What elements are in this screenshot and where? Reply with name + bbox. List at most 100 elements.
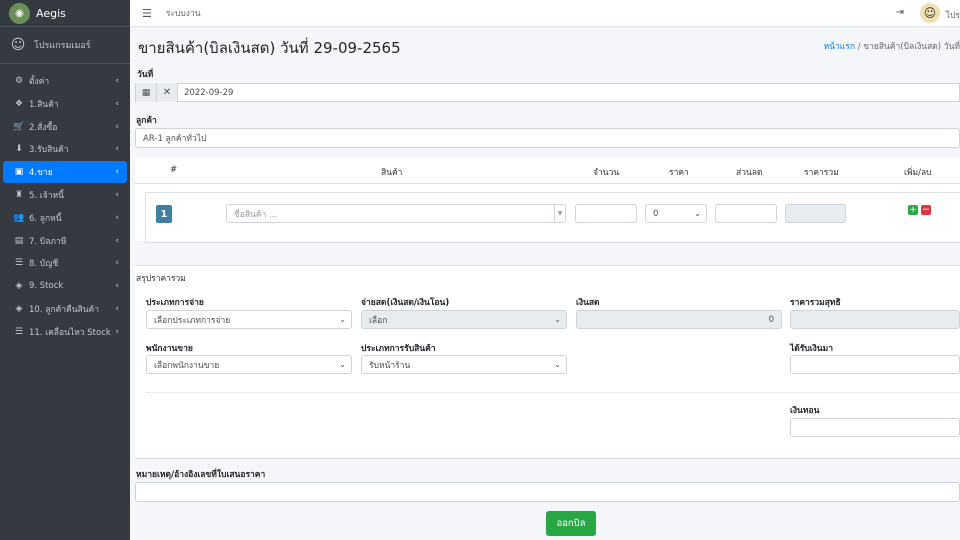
brand[interactable]: ◉ Aegis [0,0,130,27]
col-header-number: # [170,165,178,175]
sidebar: ◉ Aegis ☺ โปรแกรมเมอร์ ⚙ ตั้งค่า ‹ ❖ 1.สินค… [0,0,130,540]
pay-method-select[interactable]: เลือก ⌄ [361,310,567,329]
chevron-left-icon: ‹ [115,98,119,109]
brand-logo-icon: ◉ [9,2,30,24]
col-header-price: ราคา [669,168,689,178]
cash-label: เงินสด [576,298,600,308]
calendar-icon[interactable]: ▦ [136,83,157,102]
sidebar-item-creditors[interactable]: ♜ 5. เจ้าหนี้ ‹ [3,184,127,206]
col-header-discount: ส่วนลด [736,168,763,178]
change-label: เงินทอน [790,406,820,416]
topbar: ☰ ระบบงาน ⇥ ☺ โปร [130,0,960,27]
list-icon: ☰ [14,326,24,337]
chevron-left-icon: ‹ [115,303,119,314]
summary-title: สรุปราคารวม [136,274,186,284]
payment-type-select[interactable]: เลือกประเภทการจ่าย ⌄ [146,310,352,329]
list-icon: ☰ [14,258,24,269]
caret-down-icon[interactable]: ▼ [554,205,565,222]
chevron-left-icon: ‹ [115,167,119,178]
date-input-group: ▦ ✕ 2022-09-29 [135,83,960,102]
sidebar-item-label: 1.สินค้า [29,99,59,110]
brand-name: Aegis [36,6,66,20]
product-placeholder: ชื่อสินค้า ... [234,209,278,220]
received-input[interactable] [790,355,960,374]
user-name: โปรแกรมเมอร์ [34,41,91,51]
logout-icon[interactable]: ⇥ [896,7,904,18]
col-header-total: ราคารวม [804,168,839,178]
date-label: วันที่ [137,70,154,80]
salesperson-select[interactable]: เลือกพนักงานขาย ⌄ [146,355,352,374]
box-icon: ◈ [15,281,23,292]
receive-type-label: ประเภทการรับสินค้า [361,344,436,354]
topbar-user-name[interactable]: โปร [945,8,960,22]
col-header-add-remove: เพิ่ม/ลบ [904,168,932,178]
customer-select[interactable]: AR-1 ลูกค้าทั่วไป [135,128,960,148]
chevron-left-icon: ‹ [115,144,119,155]
file-icon: ▤ [14,235,24,246]
chevron-left-icon: ‹ [115,121,119,132]
download-icon: ⬇ [15,144,23,155]
sidebar-item-settings[interactable]: ⚙ ตั้งค่า ‹ [3,70,127,92]
chevron-left-icon: ‹ [115,235,119,246]
issue-bill-button[interactable]: ออกบิล [546,511,596,536]
price-value: 0 [653,208,659,219]
sidebar-item-returns[interactable]: ◈ 10. ลูกค้าคืนสินค้า ‹ [3,298,127,320]
page-title: ขายสินค้า(บิลเงินสด) วันที่ 29-09-2565 [138,39,401,57]
sidebar-item-stock[interactable]: ◈ 9. Stock ‹ [3,275,127,297]
breadcrumb-home-link[interactable]: หน้าแรก [824,42,855,52]
pay-method-value: เลือก [369,315,388,326]
col-header-quantity: จำนวน [593,168,620,178]
hamburger-menu-icon[interactable]: ☰ [142,7,152,20]
remove-row-button[interactable]: − [921,205,931,215]
topbar-avatar-icon[interactable]: ☺ [920,3,940,23]
cash-field: 0 [576,310,782,329]
sidebar-item-debtors[interactable]: 👥 6. ลูกหนี้ ‹ [3,207,127,229]
sidebar-item-label: 6. ลูกหนี้ [29,213,62,224]
product-search-select[interactable]: ชื่อสินค้า ... ▼ [226,204,566,223]
sidebar-item-label: 3.รับสินค้า [29,145,69,156]
remark-input[interactable] [135,482,960,502]
sidebar-item-label: 7. บิลภาษี [29,236,67,247]
clear-date-icon[interactable]: ✕ [157,83,178,102]
chevron-down-icon: ⌄ [554,315,561,324]
summary-divider [146,392,960,393]
sidebar-item-tax-invoice[interactable]: ▤ 7. บิลภาษี ‹ [3,230,127,252]
sidebar-item-stock-movement[interactable]: ☰ 11. เคลื่อนไหว Stock ‹ [3,321,127,343]
sidebar-item-products[interactable]: ❖ 1.สินค้า ‹ [3,93,127,115]
quantity-input[interactable] [575,204,637,223]
sidebar-item-label: 9. Stock [29,281,64,292]
receive-type-value: รับหน้าร้าน [369,360,411,371]
change-field [790,418,960,437]
pay-method-label: จ่ายสด(เงินสด/เงินโอน) [361,298,450,308]
sidebar-item-label: 4.ขาย [29,168,53,179]
row-number-badge: 1 [156,205,172,223]
box-return-icon: ◈ [15,303,23,314]
price-select[interactable]: 0 ⌄ [645,204,707,223]
sidebar-item-receiving[interactable]: ⬇ 3.รับสินค้า ‹ [3,138,127,160]
sidebar-item-label: 11. เคลื่อนไหว Stock [29,327,111,338]
date-input[interactable]: 2022-09-29 [178,88,233,98]
sidebar-item-sales[interactable]: ▣ 4.ขาย ‹ [3,161,127,184]
payment-type-value: เลือกประเภทการจ่าย [154,315,231,326]
receive-type-select[interactable]: รับหน้าร้าน ⌄ [361,355,567,374]
sidebar-item-orders[interactable]: 🛒 2.สั่งซื้อ ‹ [3,116,127,138]
discount-input[interactable] [715,204,777,223]
chevron-left-icon: ‹ [115,76,119,86]
chevron-down-icon: ⌄ [554,360,561,369]
chevron-left-icon: ‹ [115,212,119,223]
summary-divider-top [135,265,960,266]
user-panel[interactable]: ☺ โปรแกรมเมอร์ [0,27,130,64]
sidebar-item-label: ตั้งค่า [29,77,50,87]
sidebar-item-accounting[interactable]: ☰ 8. บัญชี ‹ [3,252,127,274]
system-link[interactable]: ระบบงาน [166,6,201,20]
row-total-field [785,204,846,223]
add-row-button[interactable]: + [908,205,918,215]
remark-label: หมายเหตุ/อ้างอิงเลขที่ใบเสนอราคา [136,470,266,480]
sidebar-item-label: 2.สั่งซื้อ [29,122,58,133]
received-label: ได้รับเงินมา [790,344,833,354]
net-total-field [790,310,960,329]
cash-register-icon: ▣ [14,167,24,178]
user-avatar-icon: ☺ [10,37,26,53]
chevron-left-icon: ‹ [115,281,119,292]
cubes-icon: ❖ [14,98,24,109]
